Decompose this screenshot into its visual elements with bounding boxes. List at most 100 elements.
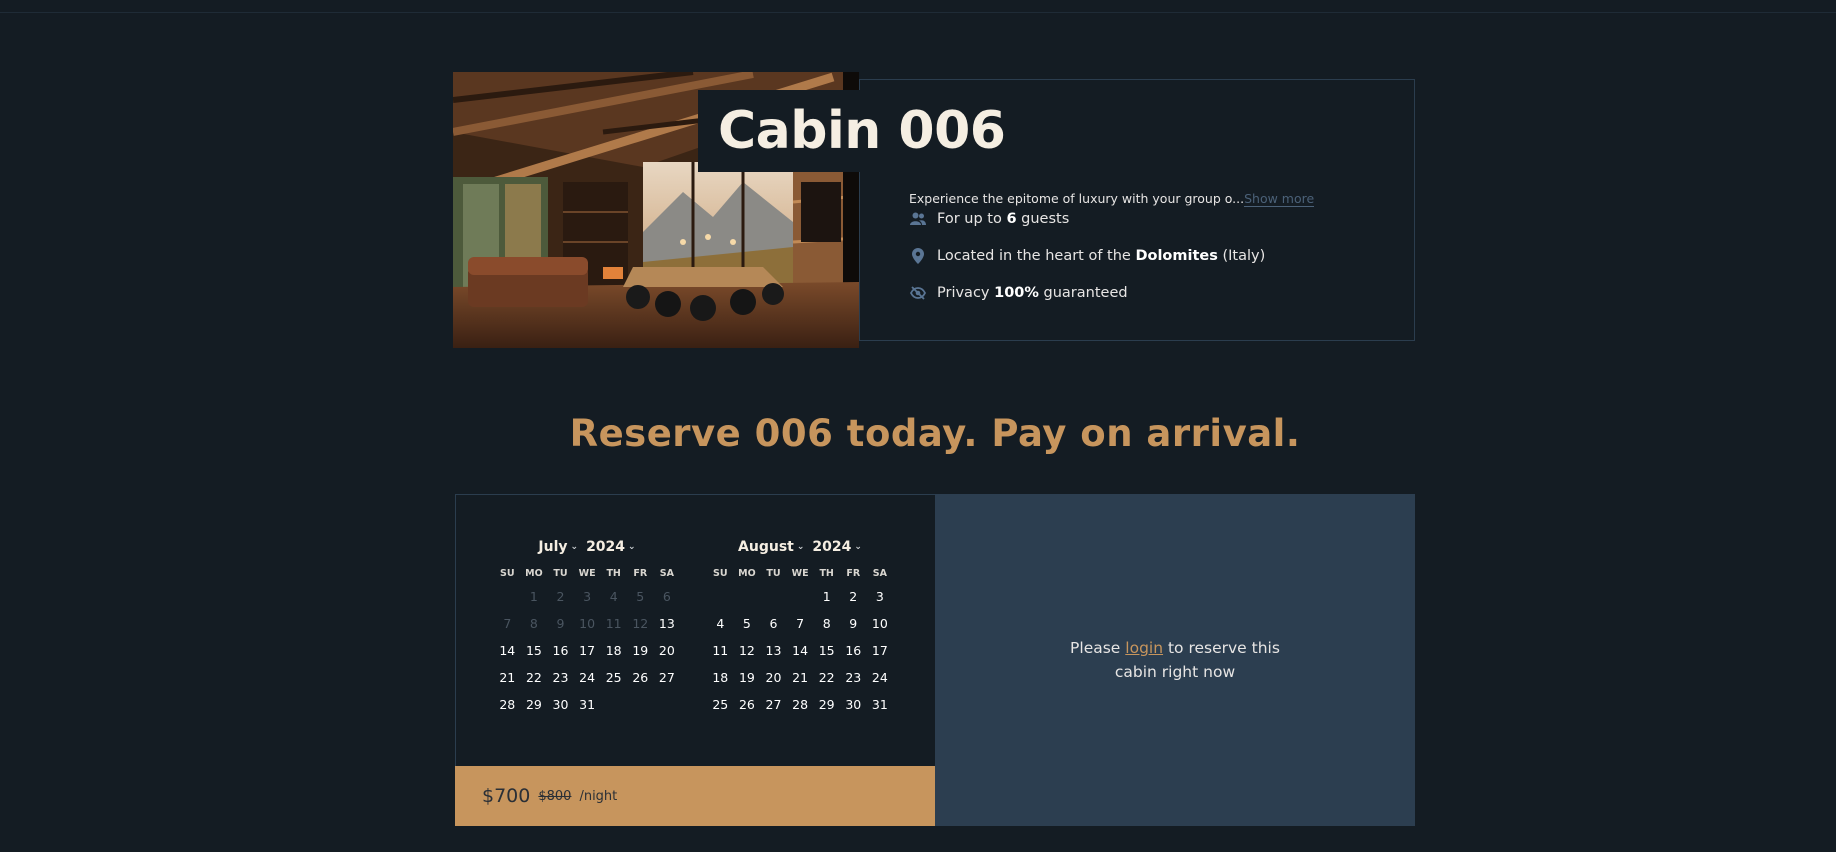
feature-guests: For up to 6 guests (909, 210, 1069, 228)
day-button[interactable]: 12 (734, 637, 761, 664)
day-button[interactable]: 11 (707, 637, 734, 664)
day-button[interactable]: 31 (867, 691, 894, 718)
day-button[interactable]: 13 (760, 637, 787, 664)
day-button[interactable]: 27 (760, 691, 787, 718)
day-button[interactable]: 30 (547, 691, 574, 718)
login-prompt-panel: Please login to reserve this cabin right… (935, 494, 1415, 826)
day-button[interactable]: 22 (813, 664, 840, 691)
chevron-down-icon: ⌄ (854, 542, 862, 552)
month-select[interactable]: July ⌄ (538, 539, 578, 555)
price-unit: /night (579, 788, 618, 804)
day-button[interactable]: 24 (867, 664, 894, 691)
day-button[interactable]: 3 (867, 583, 894, 610)
day-button[interactable]: 5 (734, 610, 761, 637)
month-header: August ⌄ 2024 ⌄ (707, 537, 893, 557)
calendar-month-august: August ⌄ 2024 ⌄ SU MO TU WE TH FR SA 1 2 3 4 5 6 7 8 9 10 1… (707, 537, 893, 718)
day-button[interactable]: 23 (547, 664, 574, 691)
day-disabled: 11 (605, 616, 622, 631)
weekday-label: SA (659, 568, 674, 579)
day-disabled: 4 (609, 589, 618, 604)
day-button[interactable]: 2 (840, 583, 867, 610)
day-button[interactable]: 15 (813, 637, 840, 664)
empty-day-cell (760, 583, 787, 610)
day-disabled: 9 (556, 616, 565, 631)
day-disabled: 7 (503, 616, 512, 631)
weekday-label: SU (713, 568, 728, 579)
weekday-label: MO (525, 568, 543, 579)
day-button[interactable]: 26 (627, 664, 654, 691)
day-button[interactable]: 20 (654, 637, 681, 664)
day-button[interactable]: 20 (760, 664, 787, 691)
weekday-label: TU (766, 568, 781, 579)
day-button[interactable]: 28 (787, 691, 814, 718)
day-button[interactable]: 9 (840, 610, 867, 637)
weekday-label: TH (819, 568, 834, 579)
day-button[interactable]: 14 (787, 637, 814, 664)
day-button[interactable]: 21 (494, 664, 521, 691)
chevron-down-icon: ⌄ (570, 542, 579, 552)
month-select[interactable]: August ⌄ (738, 539, 804, 555)
day-button[interactable]: 6 (760, 610, 787, 637)
cabin-title: Cabin 006 (718, 101, 1006, 161)
day-button[interactable]: 26 (734, 691, 761, 718)
day-button[interactable]: 17 (867, 637, 894, 664)
day-button[interactable]: 13 (654, 610, 681, 637)
day-button[interactable]: 14 (494, 637, 521, 664)
day-button[interactable]: 30 (840, 691, 867, 718)
day-button[interactable]: 15 (521, 637, 548, 664)
day-button[interactable]: 28 (494, 691, 521, 718)
map-pin-icon (909, 247, 927, 265)
price-original: $800 (538, 788, 572, 804)
day-button[interactable]: 16 (840, 637, 867, 664)
feature-privacy: Privacy 100% guaranteed (909, 284, 1128, 302)
day-button[interactable]: 22 (521, 664, 548, 691)
weekday-label: TU (553, 568, 568, 579)
login-link[interactable]: login (1125, 639, 1163, 657)
day-disabled: 2 (556, 589, 565, 604)
users-icon (909, 210, 927, 228)
day-button[interactable]: 24 (574, 664, 601, 691)
show-more-link[interactable]: Show more (1244, 191, 1315, 207)
login-prompt: Please login to reserve this cabin right… (1070, 639, 1280, 681)
year-select[interactable]: 2024 ⌄ (586, 539, 636, 555)
cabin-title-box: Cabin 006 (698, 90, 1016, 172)
day-button[interactable]: 19 (734, 664, 761, 691)
header-divider (0, 12, 1836, 13)
day-button[interactable]: 21 (787, 664, 814, 691)
date-picker: July ⌄ 2024 ⌄ SU MO TU WE TH FR SA 1 2 3 4 5 6 7 8 9 10 11 1… (455, 494, 935, 766)
day-button[interactable]: 23 (840, 664, 867, 691)
day-button[interactable]: 1 (813, 583, 840, 610)
weekday-label: MO (738, 568, 756, 579)
feature-text: For up to 6 guests (937, 211, 1070, 227)
calendar-grid: SU MO TU WE TH FR SA 1 2 3 4 5 6 7 8 9 10 11 12 13 14 15 16 17 1… (707, 565, 893, 718)
calendar-month-july: July ⌄ 2024 ⌄ SU MO TU WE TH FR SA 1 2 3 4 5 6 7 8 9 10 11 1… (494, 537, 680, 718)
day-button[interactable]: 25 (707, 691, 734, 718)
month-header: July ⌄ 2024 ⌄ (494, 537, 680, 557)
day-disabled: 8 (529, 616, 538, 631)
day-button[interactable]: 18 (600, 637, 627, 664)
day-button[interactable]: 7 (787, 610, 814, 637)
day-button[interactable]: 25 (600, 664, 627, 691)
day-button[interactable]: 31 (574, 691, 601, 718)
day-button[interactable]: 29 (521, 691, 548, 718)
feature-location: Located in the heart of the Dolomites (I… (909, 247, 1265, 265)
weekday-label: WE (578, 568, 596, 579)
day-button[interactable]: 17 (574, 637, 601, 664)
day-button[interactable]: 19 (627, 637, 654, 664)
year-select[interactable]: 2024 ⌄ (812, 539, 862, 555)
price-current: $700 (482, 785, 531, 807)
empty-day-cell (787, 583, 814, 610)
weekday-label: SA (872, 568, 887, 579)
cabin-description: Experience the epitome of luxury with yo… (909, 191, 1315, 207)
day-button[interactable]: 29 (813, 691, 840, 718)
description-text: Experience the epitome of luxury with yo… (909, 191, 1245, 206)
day-button[interactable]: 16 (547, 637, 574, 664)
day-button[interactable]: 4 (707, 610, 734, 637)
day-button[interactable]: 18 (707, 664, 734, 691)
day-button[interactable]: 27 (654, 664, 681, 691)
day-disabled: 12 (632, 616, 649, 631)
day-button[interactable]: 8 (813, 610, 840, 637)
day-button[interactable]: 10 (867, 610, 894, 637)
weekday-label: WE (791, 568, 809, 579)
reserve-heading: Reserve 006 today. Pay on arrival. (569, 412, 1301, 455)
